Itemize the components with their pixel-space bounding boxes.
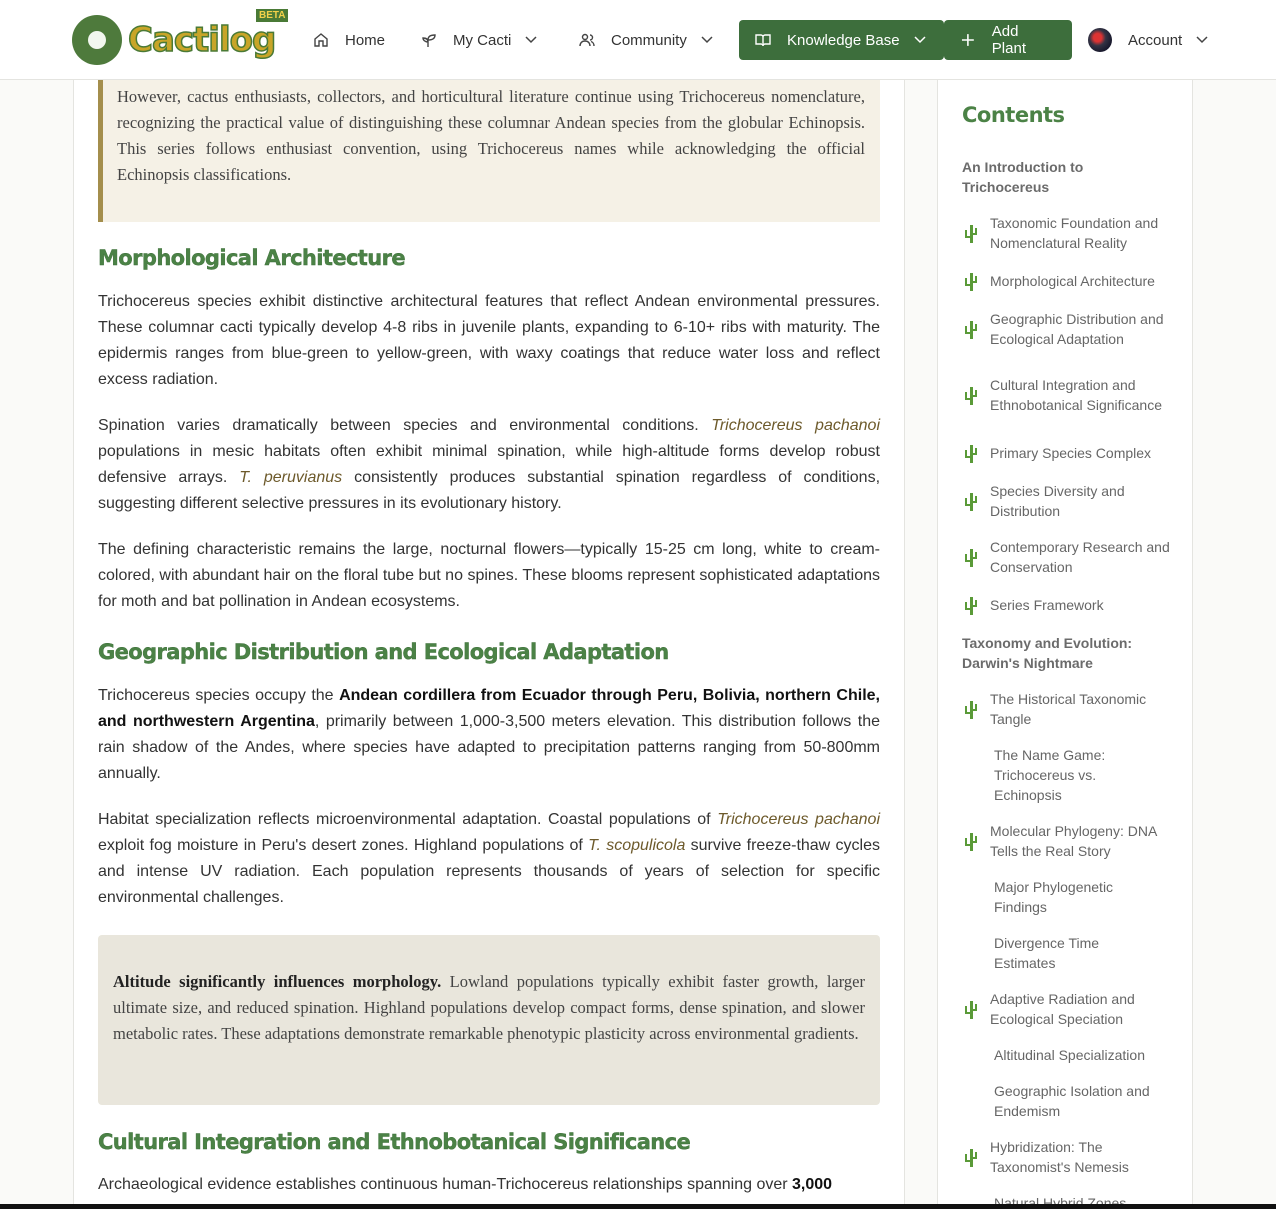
toc-section-intro[interactable]: An Introduction to Trichocereus	[962, 157, 1162, 197]
toc-item[interactable]: Molecular Phylogeny: DNA Tells the Real …	[962, 821, 1172, 861]
heading-geographic-distribution: Geographic Distribution and Ecological A…	[98, 640, 670, 664]
chevron-down-icon	[701, 36, 713, 44]
toc-subitem[interactable]: Geographic Isolation and Endemism	[994, 1081, 1164, 1121]
toc-item[interactable]: Geographic Distribution and Ecological A…	[962, 309, 1172, 349]
toc-item[interactable]: Morphological Architecture	[962, 271, 1172, 291]
beta-badge: BETA	[256, 9, 289, 22]
table-of-contents: Contents An Introduction to Trichocereus…	[937, 0, 1193, 1209]
cactus-icon	[965, 387, 977, 405]
toc-item[interactable]: Adaptive Radiation and Ecological Specia…	[962, 989, 1172, 1029]
species-link[interactable]: Trichocereus pachanoi	[711, 417, 880, 434]
cactus-icon	[965, 225, 977, 243]
toc-section-taxonomy[interactable]: Taxonomy and Evolution: Darwin's Nightma…	[962, 633, 1162, 673]
chevron-down-icon	[525, 36, 537, 44]
heading-cultural-integration: Cultural Integration and Ethnobotanical …	[98, 1130, 691, 1154]
cactus-icon	[965, 597, 977, 615]
altitude-note: Altitude significantly influences morpho…	[98, 935, 880, 1105]
species-link[interactable]: Trichocereus pachanoi	[717, 811, 880, 828]
chevron-down-icon	[914, 36, 926, 44]
toc-item[interactable]: Hybridization: The Taxonomist's Nemesis	[962, 1137, 1172, 1177]
cactus-icon	[965, 549, 977, 567]
nav-knowledge-base[interactable]: Knowledge Base	[739, 20, 944, 60]
toc-subitem[interactable]: Altitudinal Specialization	[994, 1045, 1164, 1065]
book-open-icon	[755, 34, 771, 47]
cactus-icon	[965, 273, 977, 291]
home-icon	[314, 33, 328, 47]
nav-account[interactable]: Account	[1088, 20, 1208, 60]
chevron-down-icon	[1196, 36, 1208, 44]
logo[interactable]: Cactilog	[72, 14, 277, 66]
window-bottom-edge	[0, 1204, 1276, 1209]
species-link[interactable]: T. scopulicola	[588, 837, 685, 854]
users-icon	[579, 33, 595, 47]
toc-item[interactable]: Species Diversity and Distribution	[962, 481, 1172, 521]
note-text: Altitude significantly influences morpho…	[113, 972, 865, 1043]
paragraph-morph-2: Spination varies dramatically between sp…	[98, 417, 881, 512]
cactus-icon	[965, 701, 977, 719]
toc-subitem[interactable]: Divergence Time Estimates	[994, 933, 1164, 973]
avatar	[1088, 28, 1112, 52]
cactus-icon	[965, 1001, 977, 1019]
paragraph-geo-2: Habitat specialization reflects microenv…	[98, 811, 881, 906]
callout-text: However, cactus enthusiasts, collectors,…	[117, 87, 865, 184]
toc-item[interactable]: Contemporary Research and Conservation	[962, 537, 1172, 577]
paragraph-morph-3: The defining characteristic remains the …	[98, 541, 880, 610]
top-navigation: Cactilog BETA Home My Cacti Community Kn…	[0, 0, 1276, 80]
nav-home[interactable]: Home	[313, 20, 385, 60]
paragraph-geo-1: Trichocereus species occupy the Andean c…	[98, 687, 880, 782]
cactus-icon	[965, 321, 977, 339]
paragraph-morph-1: Trichocereus species exhibit distinctive…	[98, 293, 880, 388]
heading-morphological-architecture: Morphological Architecture	[98, 246, 406, 270]
cactus-icon	[965, 445, 977, 463]
toc-item[interactable]: Series Framework	[962, 595, 1172, 615]
sprout-icon	[422, 34, 436, 47]
logo-text: Cactilog	[127, 19, 277, 61]
species-link[interactable]: T. peruvianus	[239, 469, 342, 486]
nav-community[interactable]: Community	[579, 20, 713, 60]
plus-icon	[961, 34, 974, 46]
toc-item[interactable]: The Historical Taxonomic Tangle	[962, 689, 1172, 729]
toc-subitem[interactable]: The Name Game: Trichocereus vs. Echinops…	[994, 745, 1164, 805]
cactus-icon	[965, 493, 977, 511]
cactus-icon	[965, 833, 977, 851]
toc-title: Contents	[962, 103, 1065, 127]
toc-item[interactable]: Primary Species Complex	[962, 443, 1172, 463]
paragraph-cult-1: Archaeological evidence establishes cont…	[98, 1176, 833, 1193]
add-plant-button[interactable]: Add Plant	[944, 20, 1072, 60]
article-column: However, cactus enthusiasts, collectors,…	[73, 0, 905, 1209]
nav-my-cacti[interactable]: My Cacti	[421, 20, 537, 60]
cactus-icon	[965, 1149, 977, 1167]
toc-subitem[interactable]: Major Phylogenetic Findings	[994, 877, 1164, 917]
toc-item[interactable]: Taxonomic Foundation and Nomenclatural R…	[962, 213, 1172, 253]
logo-emblem-icon	[72, 15, 122, 65]
toc-item[interactable]: Cultural Integration and Ethnobotanical …	[962, 365, 1172, 425]
